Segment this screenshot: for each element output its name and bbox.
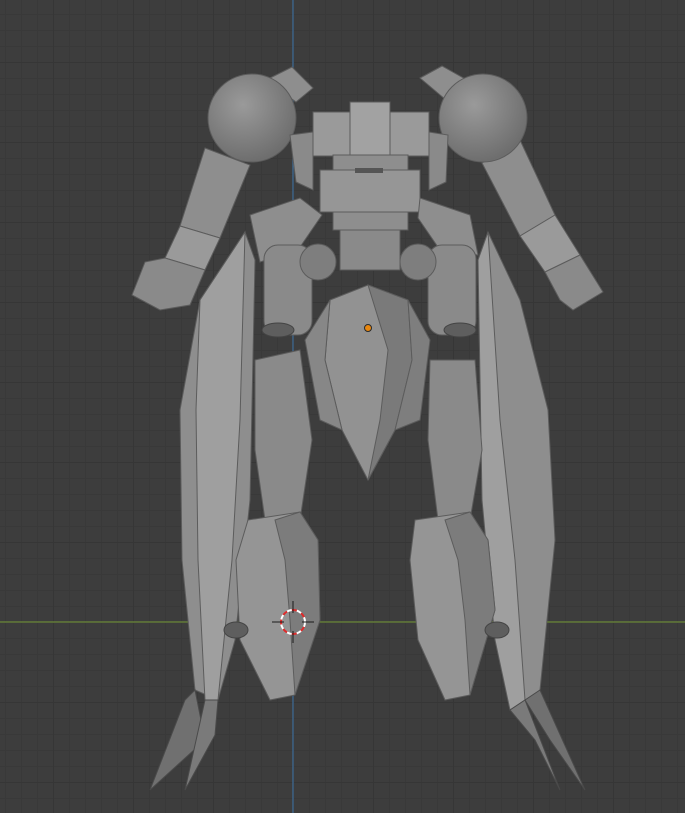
right-shoulder-sphere	[438, 73, 528, 163]
3d-viewport[interactable]	[0, 0, 685, 813]
front-skirt	[304, 284, 431, 482]
left-binder	[149, 230, 256, 791]
left-shoulder-sphere	[207, 73, 297, 163]
robot-model[interactable]	[131, 65, 604, 791]
right-binder	[477, 230, 586, 791]
viewport-scene	[0, 0, 685, 813]
object-origin-marker[interactable]	[364, 324, 372, 332]
